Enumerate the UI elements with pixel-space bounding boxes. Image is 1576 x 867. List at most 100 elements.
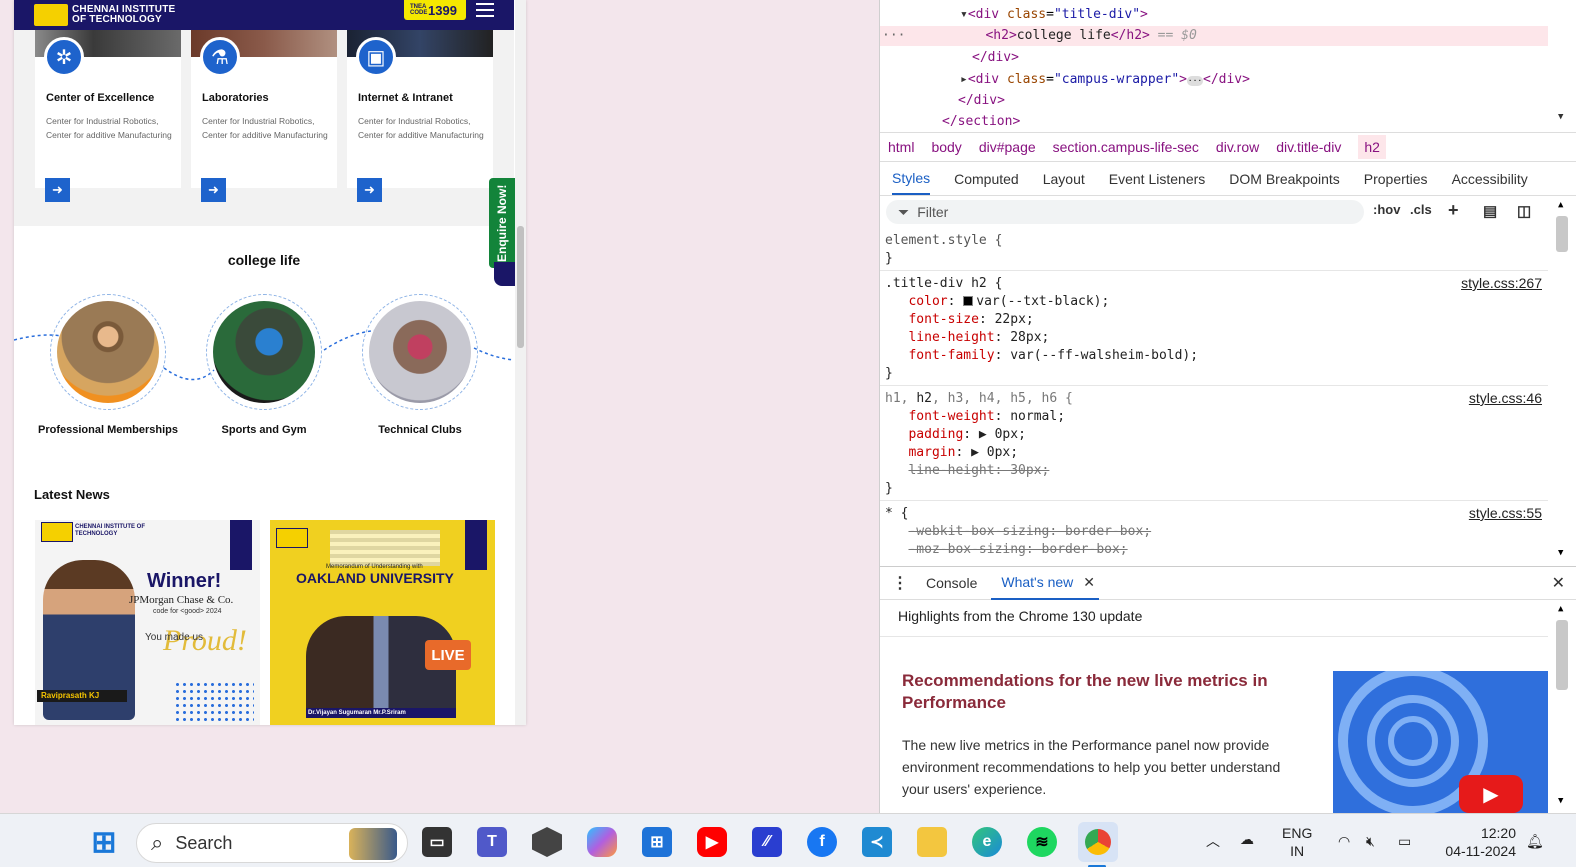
crumb-title-div[interactable]: div.title-div <box>1276 139 1341 155</box>
close-tab-icon[interactable]: ✕ <box>1083 574 1095 590</box>
facility-title: Laboratories <box>202 92 269 104</box>
windows-start-icon[interactable]: ⊞ <box>89 826 119 859</box>
news-code-text: code for <good> 2024 <box>153 608 222 615</box>
website-viewport: CHENNAI INSTITUTE OF TECHNOLOGY TNEA COD… <box>14 0 526 725</box>
cloud-offline-icon[interactable]: ☁ <box>1240 830 1254 848</box>
add-rule-icon[interactable]: + <box>1448 200 1459 221</box>
us-flag-graphic <box>330 530 440 566</box>
cit-logo <box>276 528 308 548</box>
tab-whats-new-label: What's new <box>1001 574 1074 590</box>
whats-new-video-thumbnail[interactable]: ▶ <box>1333 671 1548 813</box>
copilot-icon[interactable] <box>587 827 617 857</box>
crumb-div-row[interactable]: div.row <box>1216 139 1259 155</box>
teams-icon[interactable]: T <box>477 827 507 857</box>
taskbar-search[interactable]: ⌕ Search <box>136 823 408 863</box>
tab-whats-new[interactable]: What's new ✕ <box>991 566 1099 600</box>
toggle-sidebar-icon[interactable]: ◫ <box>1517 202 1531 220</box>
close-drawer-icon[interactable]: ✕ <box>1552 573 1565 593</box>
decorative-dots <box>174 681 254 721</box>
file-explorer-icon[interactable] <box>917 827 947 857</box>
crumb-div-page[interactable]: div#page <box>979 139 1036 155</box>
tab-event-listeners[interactable]: Event Listeners <box>1109 171 1206 187</box>
devtools-subtabs: Styles Computed Layout Event Listeners D… <box>880 162 1576 196</box>
crumb-section[interactable]: section.campus-life-sec <box>1053 139 1199 155</box>
breadcrumb: html body div#page section.campus-life-s… <box>880 132 1576 162</box>
tab-properties[interactable]: Properties <box>1364 171 1428 187</box>
battery-icon[interactable]: ▭ <box>1398 832 1411 850</box>
sports-and-gym-image[interactable] <box>206 294 322 410</box>
dom-node[interactable]: ▸<div class="campus-wrapper">···</div> <box>960 70 1250 90</box>
microsoft-store-icon[interactable]: ⊞ <box>642 827 672 857</box>
vscode-icon[interactable]: ≺ <box>862 827 892 857</box>
youtube-play-icon[interactable]: ▶ <box>1459 775 1523 813</box>
tab-computed[interactable]: Computed <box>954 171 1019 187</box>
crumb-body[interactable]: body <box>931 139 961 155</box>
drawer-tabbar: ⋮ Console What's new ✕ ✕ <box>880 566 1576 600</box>
facebook-icon[interactable]: f <box>807 827 837 857</box>
color-swatch[interactable] <box>963 296 974 306</box>
whats-new-heading: Highlights from the Chrome 130 update <box>898 608 1143 624</box>
dom-node[interactable]: </div> <box>972 48 1019 68</box>
spotify-icon[interactable]: ≋ <box>1027 827 1057 857</box>
news-card-jpmorgan[interactable]: CHENNAI INSTITUTE OF TECHNOLOGY Winner! … <box>35 520 260 725</box>
page-scrollbar[interactable] <box>515 0 526 725</box>
volume-muted-icon[interactable]: 🔇︎ <box>1366 832 1375 850</box>
news-card-oakland[interactable]: Memorandum of Understanding with OAKLAND… <box>270 520 495 725</box>
arrow-right-button[interactable]: ➜ <box>201 178 226 202</box>
college-life-caption: Sports and Gym <box>221 424 307 436</box>
student-name: Raviprasath KJ <box>37 690 127 702</box>
tab-accessibility[interactable]: Accessibility <box>1452 171 1528 187</box>
professional-memberships-image[interactable] <box>50 294 166 410</box>
language-indicator[interactable]: ENG IN <box>1282 824 1312 860</box>
dom-node[interactable]: ▾<div class="title-div"> <box>960 5 1148 25</box>
paintbrush-icon[interactable]: ▤ <box>1483 202 1497 220</box>
cls-toggle[interactable]: .cls <box>1410 202 1432 217</box>
css-rule[interactable]: style.css:267 .title-div h2 { color: var… <box>880 271 1548 386</box>
css-rule[interactable]: style.css:55 * { -webkit-box-sizing: bor… <box>880 501 1548 561</box>
whats-new-title[interactable]: Recommendations for the new live metrics… <box>902 670 1302 714</box>
technical-clubs-image[interactable] <box>362 294 478 410</box>
source-link[interactable]: style.css:46 <box>1469 390 1542 406</box>
filter-icon: ⏷ <box>898 203 910 220</box>
dom-node[interactable]: </section> <box>942 112 1020 132</box>
tab-layout[interactable]: Layout <box>1043 171 1085 187</box>
dom-node-selected[interactable]: ··· <h2>college life</h2> == $0 <box>880 26 1548 46</box>
task-view-icon[interactable]: ▭ <box>422 827 452 857</box>
tnea-code: 1399 <box>428 2 457 18</box>
facility-desc: Center for Industrial Robotics, Center f… <box>202 116 328 140</box>
whats-new-scrollbar[interactable]: ▲ ▼ <box>1548 600 1576 813</box>
crumb-h2[interactable]: h2 <box>1358 135 1386 159</box>
element-style-rule[interactable]: element.style { } <box>880 228 1548 271</box>
tab-styles[interactable]: Styles <box>892 163 931 195</box>
live-badge: LIVE <box>425 640 471 670</box>
arrow-right-button[interactable]: ➜ <box>357 178 382 202</box>
hamburger-menu-icon[interactable] <box>476 3 494 17</box>
search-highlight-icon <box>349 828 397 860</box>
source-link[interactable]: style.css:267 <box>1461 275 1542 291</box>
cit-logo <box>41 522 73 542</box>
notification-bell-icon[interactable]: 🔔︎ <box>1526 832 1544 850</box>
wifi-icon[interactable]: ◠ <box>1338 832 1350 850</box>
styles-scrollbar[interactable]: ▲ ▼ <box>1548 200 1576 566</box>
tab-console[interactable]: Console <box>920 575 991 591</box>
edge-icon[interactable]: e <box>972 827 1002 857</box>
facility-title: Internet & Intranet <box>358 92 453 104</box>
youtube-icon[interactable]: ▶ <box>697 827 727 857</box>
source-link[interactable]: style.css:55 <box>1469 505 1542 521</box>
cit-logo[interactable] <box>34 4 68 26</box>
chrome-icon[interactable] <box>1078 822 1118 862</box>
clock[interactable]: 12:20 04-11-2024 <box>1436 824 1516 860</box>
tab-dom-breakpoints[interactable]: DOM Breakpoints <box>1229 171 1339 187</box>
dom-node[interactable]: </div> <box>958 91 1005 111</box>
drawing-app-icon[interactable]: ∕∕ <box>752 827 782 857</box>
hov-toggle[interactable]: :hov <box>1373 202 1400 217</box>
arrow-right-button[interactable]: ➜ <box>45 178 70 202</box>
css-rule[interactable]: style.css:46 h1, h2, h3, h4, h5, h6 { fo… <box>880 386 1548 501</box>
styles-filter-input[interactable]: ⏷ Filter <box>886 200 1364 224</box>
crumb-html[interactable]: html <box>888 139 914 155</box>
college-life-caption: Professional Memberships <box>38 424 178 436</box>
drawer-menu-icon[interactable]: ⋮ <box>880 573 920 593</box>
elements-scrollbar[interactable]: ▼ <box>1548 0 1576 132</box>
chevron-up-icon[interactable]: ︿ <box>1206 832 1220 850</box>
cube-app-icon[interactable] <box>532 827 562 857</box>
